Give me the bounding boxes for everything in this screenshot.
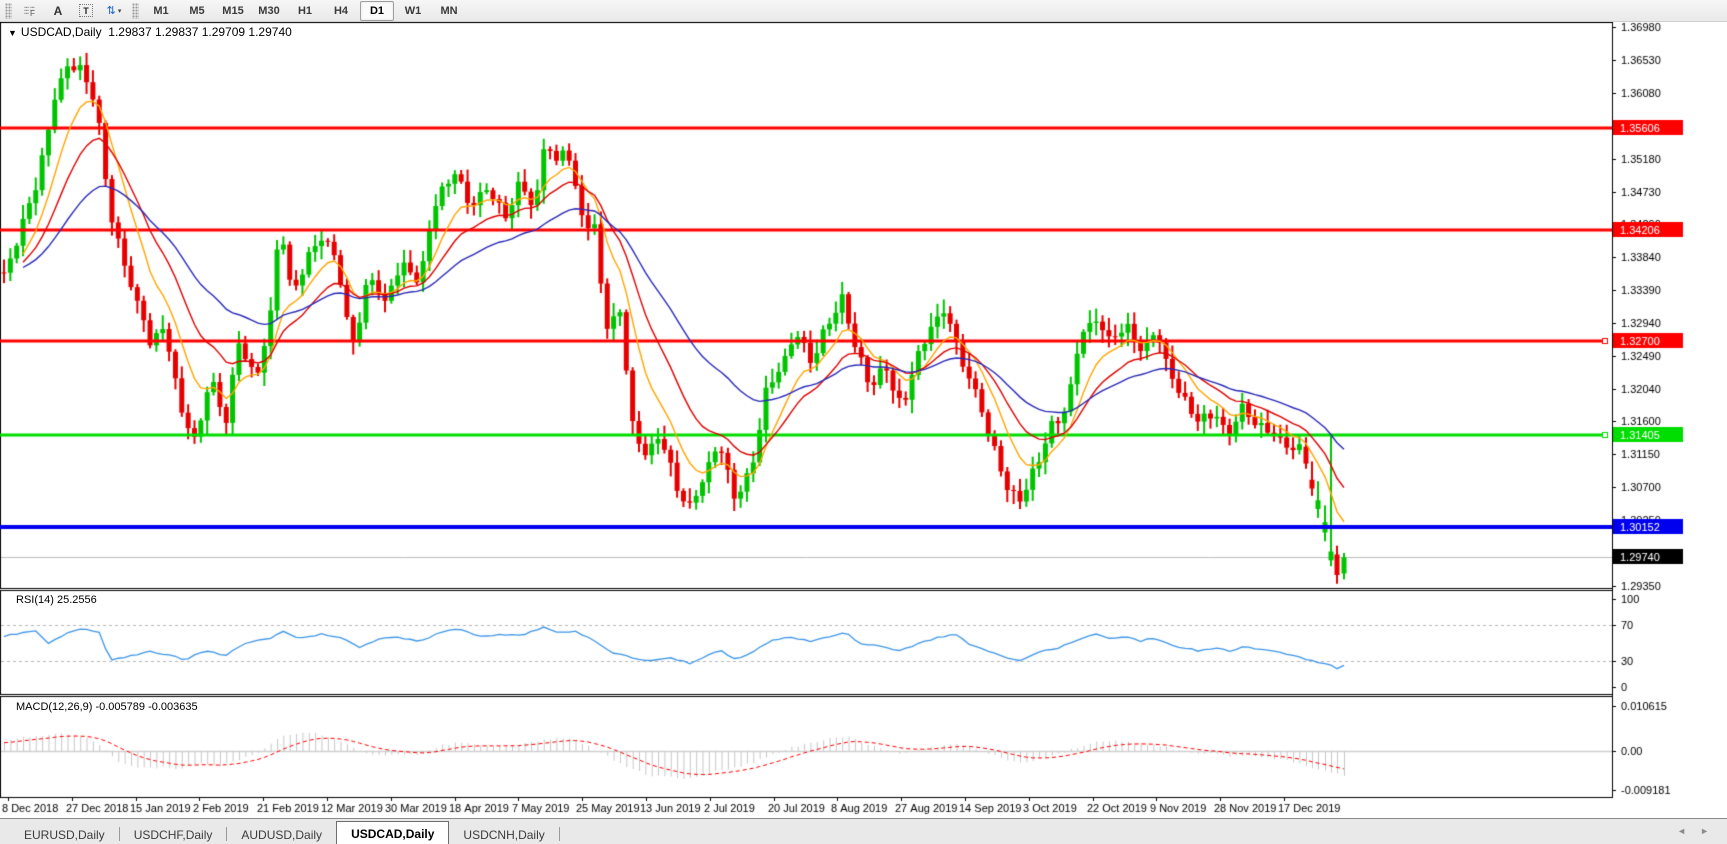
objects-arrows-icon[interactable]: ⇅ ▾ — [101, 1, 127, 21]
timeframe-d1-button[interactable]: D1 — [360, 1, 394, 21]
tab-scroll-left-icon[interactable]: ◄ — [1677, 825, 1686, 837]
toolbar-grip-2[interactable] — [132, 3, 139, 19]
chart-area: ▼ USDCAD,Daily 1.29837 1.29837 1.29709 1.… — [0, 22, 1727, 818]
tab-audusd-daily[interactable]: AUDUSD,Daily — [227, 824, 336, 844]
timeframe-h1-button[interactable]: H1 — [288, 1, 322, 21]
timeframe-w1-button[interactable]: W1 — [396, 1, 430, 21]
timeframe-m15-button[interactable]: M15 — [216, 1, 250, 21]
tab-scroll-right-icon[interactable]: ► — [1700, 825, 1709, 837]
timeframe-m1-button[interactable]: M1 — [144, 1, 178, 21]
chart-symbol-label: USDCAD,Daily — [21, 25, 102, 39]
timeframe-m5-button[interactable]: M5 — [180, 1, 214, 21]
dropdown-caret-icon: ▾ — [118, 7, 122, 15]
timeframe-m30-button[interactable]: M30 — [252, 1, 286, 21]
chart-ohlc-readout: 1.29837 1.29837 1.29709 1.29740 — [108, 25, 292, 39]
text-annotation-icon[interactable]: A — [45, 1, 71, 21]
grid-f-icon[interactable]: ┄┄┄┄┄F — [17, 1, 43, 21]
timeframe-h4-button[interactable]: H4 — [324, 1, 358, 21]
top-toolbar: ┄┄┄┄┄F A T ⇅ ▾ M1 M5 M15 M30 H1 H4 D1 W1… — [0, 0, 1727, 22]
collapse-caret-icon[interactable]: ▼ — [8, 28, 17, 38]
tab-eurusd-daily[interactable]: EURUSD,Daily — [10, 824, 119, 844]
timeframe-mn-button[interactable]: MN — [432, 1, 466, 21]
chart-title[interactable]: ▼ USDCAD,Daily 1.29837 1.29837 1.29709 1.… — [8, 25, 292, 39]
chart-canvas[interactable] — [0, 22, 1727, 818]
macd-indicator-label: MACD(12,26,9) -0.005789 -0.003635 — [16, 701, 198, 713]
text-label-icon[interactable]: T — [73, 1, 99, 21]
tab-usdcnh-daily[interactable]: USDCNH,Daily — [449, 824, 558, 844]
rsi-indicator-label: RSI(14) 25.2556 — [16, 594, 97, 606]
toolbar-grip[interactable] — [5, 3, 12, 19]
chart-tab-bar: EURUSD,Daily USDCHF,Daily AUDUSD,Daily U… — [0, 818, 1727, 844]
tab-usdcad-daily[interactable]: USDCAD,Daily — [336, 821, 449, 844]
tab-usdchf-daily[interactable]: USDCHF,Daily — [120, 824, 227, 844]
